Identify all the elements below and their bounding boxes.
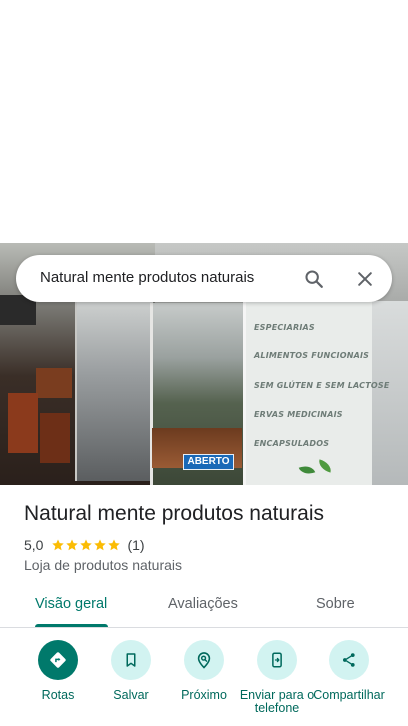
place-category: Loja de produtos naturais xyxy=(24,557,182,573)
star-icon xyxy=(80,539,93,551)
sign-text: ENCAPSULADOS xyxy=(254,439,330,448)
save-label: Salvar xyxy=(113,688,149,702)
sign-text: ERVAS MEDICINAIS xyxy=(254,410,343,419)
star-icon xyxy=(108,539,121,551)
share-label: Compartilhar xyxy=(313,688,385,702)
sign-text: ESPECIARIAS xyxy=(254,323,315,332)
screen: ESPECIARIAS ALIMENTOS FUNCIONAIS SEM GLÚ… xyxy=(0,0,408,726)
search-query[interactable]: Natural mente produtos naturais xyxy=(40,269,254,286)
search-icon[interactable] xyxy=(301,266,327,292)
send-to-phone-button[interactable]: Enviar para o telefone xyxy=(237,640,317,715)
photo-door xyxy=(75,301,153,481)
directions-button[interactable]: Rotas xyxy=(18,640,98,702)
send-to-phone-label: Enviar para o telefone xyxy=(239,688,315,715)
active-tab-indicator xyxy=(35,624,108,627)
photo-wall xyxy=(372,301,408,485)
search-bar[interactable]: Natural mente produtos naturais xyxy=(16,255,392,302)
star-icon xyxy=(52,539,65,551)
nearby-button[interactable]: Próximo xyxy=(164,640,244,702)
close-icon[interactable] xyxy=(352,266,378,292)
review-count: (1) xyxy=(127,537,145,553)
photo-shelf xyxy=(40,413,70,463)
action-bar: Rotas Salvar Próximo Enviar para o telef… xyxy=(0,640,408,726)
tab-bar: Visão geral Avaliações Sobre xyxy=(0,586,408,628)
nearby-search-icon xyxy=(184,640,224,680)
rating-score: 5,0 xyxy=(24,537,44,553)
rating-row[interactable]: 5,0 (1) xyxy=(24,536,145,554)
nearby-label: Próximo xyxy=(181,688,227,702)
place-title: Natural mente produtos naturais xyxy=(24,502,324,525)
bookmark-icon xyxy=(111,640,151,680)
sign-text: ALIMENTOS FUNCIONAIS xyxy=(254,351,370,360)
star-icon xyxy=(66,539,79,551)
directions-label: Rotas xyxy=(41,688,75,702)
tab-reviews[interactable]: Avaliações xyxy=(168,596,238,612)
photo-shelf xyxy=(36,368,72,398)
sign-text: SEM GLÚTEN E SEM LACTOSE xyxy=(254,381,390,390)
star-icon xyxy=(94,539,107,551)
photo-shelf xyxy=(8,393,38,453)
phone-send-icon xyxy=(257,640,297,680)
tab-overview[interactable]: Visão geral xyxy=(35,596,107,612)
share-icon xyxy=(329,640,369,680)
share-button[interactable]: Compartilhar xyxy=(309,640,389,702)
open-sign: ABERTO xyxy=(183,454,234,470)
save-button[interactable]: Salvar xyxy=(91,640,171,702)
directions-icon xyxy=(38,640,78,680)
star-rating xyxy=(51,538,121,552)
tab-about[interactable]: Sobre xyxy=(316,596,355,612)
